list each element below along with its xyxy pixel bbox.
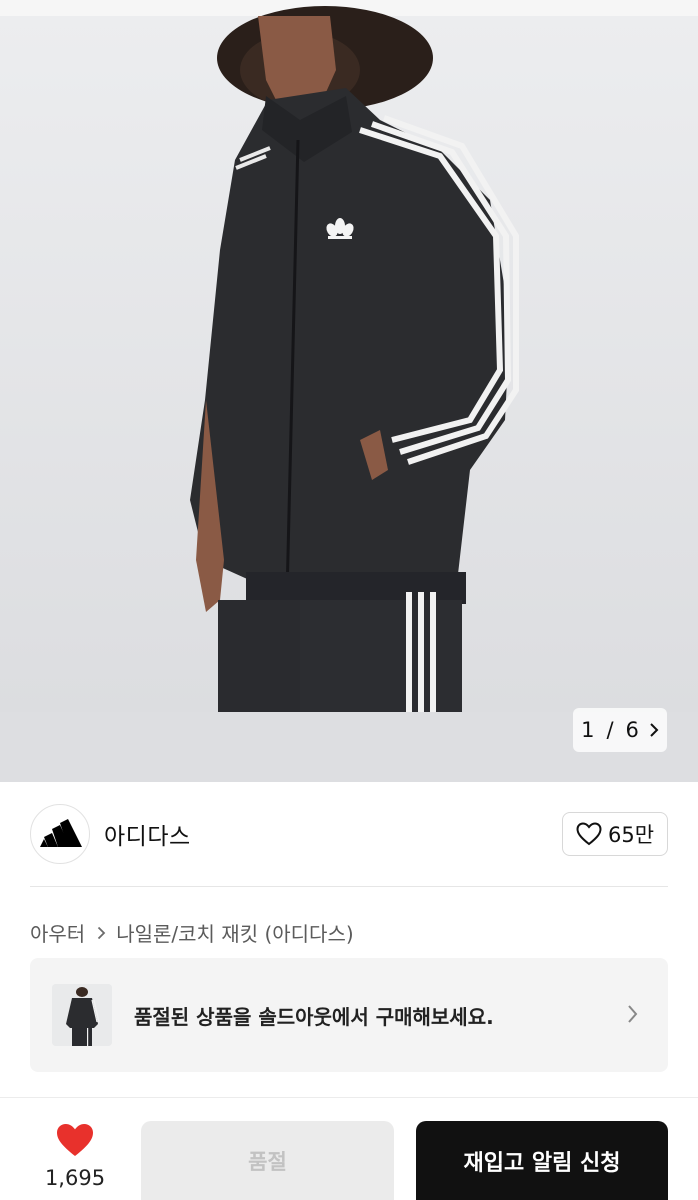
soldout-button: 품절 xyxy=(141,1121,394,1200)
restock-alert-button[interactable]: 재입고 알림 신청 xyxy=(416,1121,668,1200)
breadcrumb: 아우터 나일론/코치 재킷 (아디다스) xyxy=(30,918,354,947)
pager-current: 1 xyxy=(581,718,595,742)
product-thumbnail xyxy=(52,984,112,1046)
wishlist-count: 1,695 xyxy=(44,1166,106,1190)
adidas-logo-icon[interactable] xyxy=(30,804,90,864)
product-photo xyxy=(0,6,698,782)
image-pager[interactable]: 1 / 6 xyxy=(573,708,667,752)
soldout-marketplace-banner[interactable]: 품절된 상품을 솔드아웃에서 구매해보세요. xyxy=(30,958,668,1072)
wishlist-button[interactable]: 1,695 xyxy=(30,1122,120,1190)
breadcrumb-product[interactable]: 나일론/코치 재킷 (아디다스) xyxy=(116,918,353,947)
pager-total: 6 xyxy=(625,718,639,742)
breadcrumb-category[interactable]: 아우터 xyxy=(30,918,85,947)
pager-separator: / xyxy=(606,718,614,742)
chevron-right-icon[interactable] xyxy=(627,1004,638,1024)
brand-row[interactable]: 아디다스 65만 xyxy=(30,802,668,866)
section-divider xyxy=(30,886,668,887)
product-image-gallery[interactable]: 1 / 6 xyxy=(0,0,698,782)
brand-name[interactable]: 아디다스 xyxy=(104,817,191,851)
soldout-banner-text: 품절된 상품을 솔드아웃에서 구매해보세요. xyxy=(134,1004,494,1029)
heart-filled-icon xyxy=(57,1124,93,1156)
chevron-right-icon[interactable] xyxy=(649,722,659,738)
heart-outline-icon xyxy=(576,822,602,846)
brand-like-count: 65만 xyxy=(607,823,655,847)
chevron-right-icon xyxy=(98,926,106,939)
bottom-bar-divider xyxy=(0,1097,698,1098)
brand-like-button[interactable]: 65만 xyxy=(562,812,668,856)
